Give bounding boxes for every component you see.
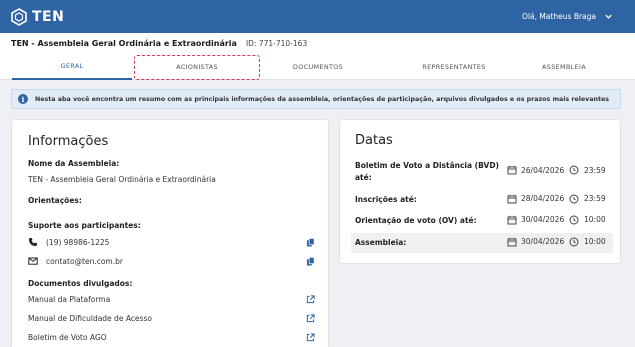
- suporte-label: Suporte aos participantes:: [28, 221, 141, 230]
- nome-label: Nome da Assembleia:: [28, 159, 120, 168]
- time-value: 23:59: [584, 194, 606, 203]
- user-menu[interactable]: Olá, Matheus Braga: [522, 0, 613, 33]
- assembly-header: TEN - Assembleia Geral Ordinária e Extra…: [0, 33, 635, 53]
- clock-icon: [569, 165, 579, 175]
- calendar-icon: [507, 237, 517, 247]
- date-row-label-cont: até:: [355, 173, 372, 182]
- date-row-label: Boletim de Voto a Distância (BVD): [355, 161, 499, 170]
- tab-geral[interactable]: GERAL: [12, 53, 132, 80]
- copy-email-icon[interactable]: [306, 257, 315, 266]
- chevron-down-icon: [605, 14, 612, 19]
- document-link-manual-plataforma[interactable]: Manual da Plataforma: [28, 295, 110, 304]
- phone-icon: [29, 238, 37, 246]
- time-value: 10:00: [584, 237, 606, 246]
- informacoes-heading: Informações: [28, 134, 109, 149]
- external-link-icon[interactable]: [306, 333, 315, 342]
- email-icon: [28, 257, 38, 265]
- tab-assembleia[interactable]: ASSEMBLEIA: [514, 53, 614, 80]
- document-link-boletim-ago[interactable]: Boletim de Voto AGO: [28, 333, 107, 342]
- calendar-icon: [507, 215, 517, 225]
- page-title: TEN - Assembleia Geral Ordinária e Extra…: [11, 38, 237, 48]
- copy-phone-icon[interactable]: [306, 238, 315, 247]
- datas-heading: Datas: [355, 133, 393, 148]
- date-row-bvd: Boletim de Voto a Distância (BVD) até: 2…: [351, 159, 613, 183]
- date-row-label: Assembleia:: [355, 238, 407, 247]
- info-icon: i: [18, 94, 28, 104]
- time-value: 10:00: [584, 215, 606, 224]
- document-link-manual-dificuldade[interactable]: Manual de Dificuldade de Acesso: [28, 314, 152, 323]
- tab-acionistas[interactable]: ACIONISTAS: [134, 53, 260, 80]
- tab-bar: GERAL ACIONISTAS DOCUMENTOS REPRESENTANT…: [0, 53, 635, 80]
- assembly-id: ID: 771-710-163: [245, 38, 308, 48]
- date-row-inscricoes: Inscrições até: 28/04/2026 23:59: [351, 190, 613, 210]
- date-value: 26/04/2026: [521, 166, 565, 175]
- clock-icon: [569, 237, 579, 247]
- documentos-label: Documentos divulgados:: [28, 279, 133, 288]
- info-banner: i Nesta aba você encontra um resumo com …: [11, 89, 621, 109]
- logo-text: TEN: [32, 8, 65, 25]
- date-row-assembleia: Assembleia: 30/04/2026 10:00: [351, 233, 613, 253]
- date-row-label: Inscrições até:: [355, 195, 417, 204]
- date-row-orientacao: Orientação de voto (OV) até: 30/04/2026 …: [351, 211, 613, 231]
- calendar-icon: [507, 194, 517, 204]
- time-value: 23:59: [584, 166, 606, 175]
- nome-value: TEN - Assembleia Geral Ordinária e Extra…: [28, 175, 216, 184]
- ten-logo-icon: [11, 7, 27, 26]
- external-link-icon[interactable]: [306, 295, 315, 304]
- support-email: contato@ten.com.br: [46, 257, 123, 266]
- support-phone: (19) 98986-1225: [46, 238, 110, 247]
- clock-icon: [569, 194, 579, 204]
- datas-card: Datas Boletim de Voto a Distância (BVD) …: [339, 119, 621, 264]
- calendar-icon: [507, 165, 517, 175]
- info-banner-text: Nesta aba você encontra um resumo com as…: [35, 95, 610, 103]
- tab-representantes[interactable]: REPRESENTANTES: [380, 53, 528, 80]
- date-value: 30/04/2026: [521, 237, 565, 246]
- app-logo[interactable]: TEN: [10, 7, 65, 26]
- clock-icon: [569, 215, 579, 225]
- tab-documentos[interactable]: DOCUMENTOS: [258, 53, 378, 80]
- date-value: 30/04/2026: [521, 215, 565, 224]
- top-bar: TEN Olá, Matheus Braga: [0, 0, 635, 33]
- informacoes-card: Informações Nome da Assembleia: TEN - As…: [11, 119, 329, 347]
- orientacoes-label: Orientações:: [28, 196, 82, 205]
- date-row-label: Orientação de voto (OV) até:: [355, 216, 477, 225]
- date-value: 28/04/2026: [521, 194, 565, 203]
- external-link-icon[interactable]: [306, 314, 315, 323]
- user-greeting: Olá, Matheus Braga: [522, 12, 596, 21]
